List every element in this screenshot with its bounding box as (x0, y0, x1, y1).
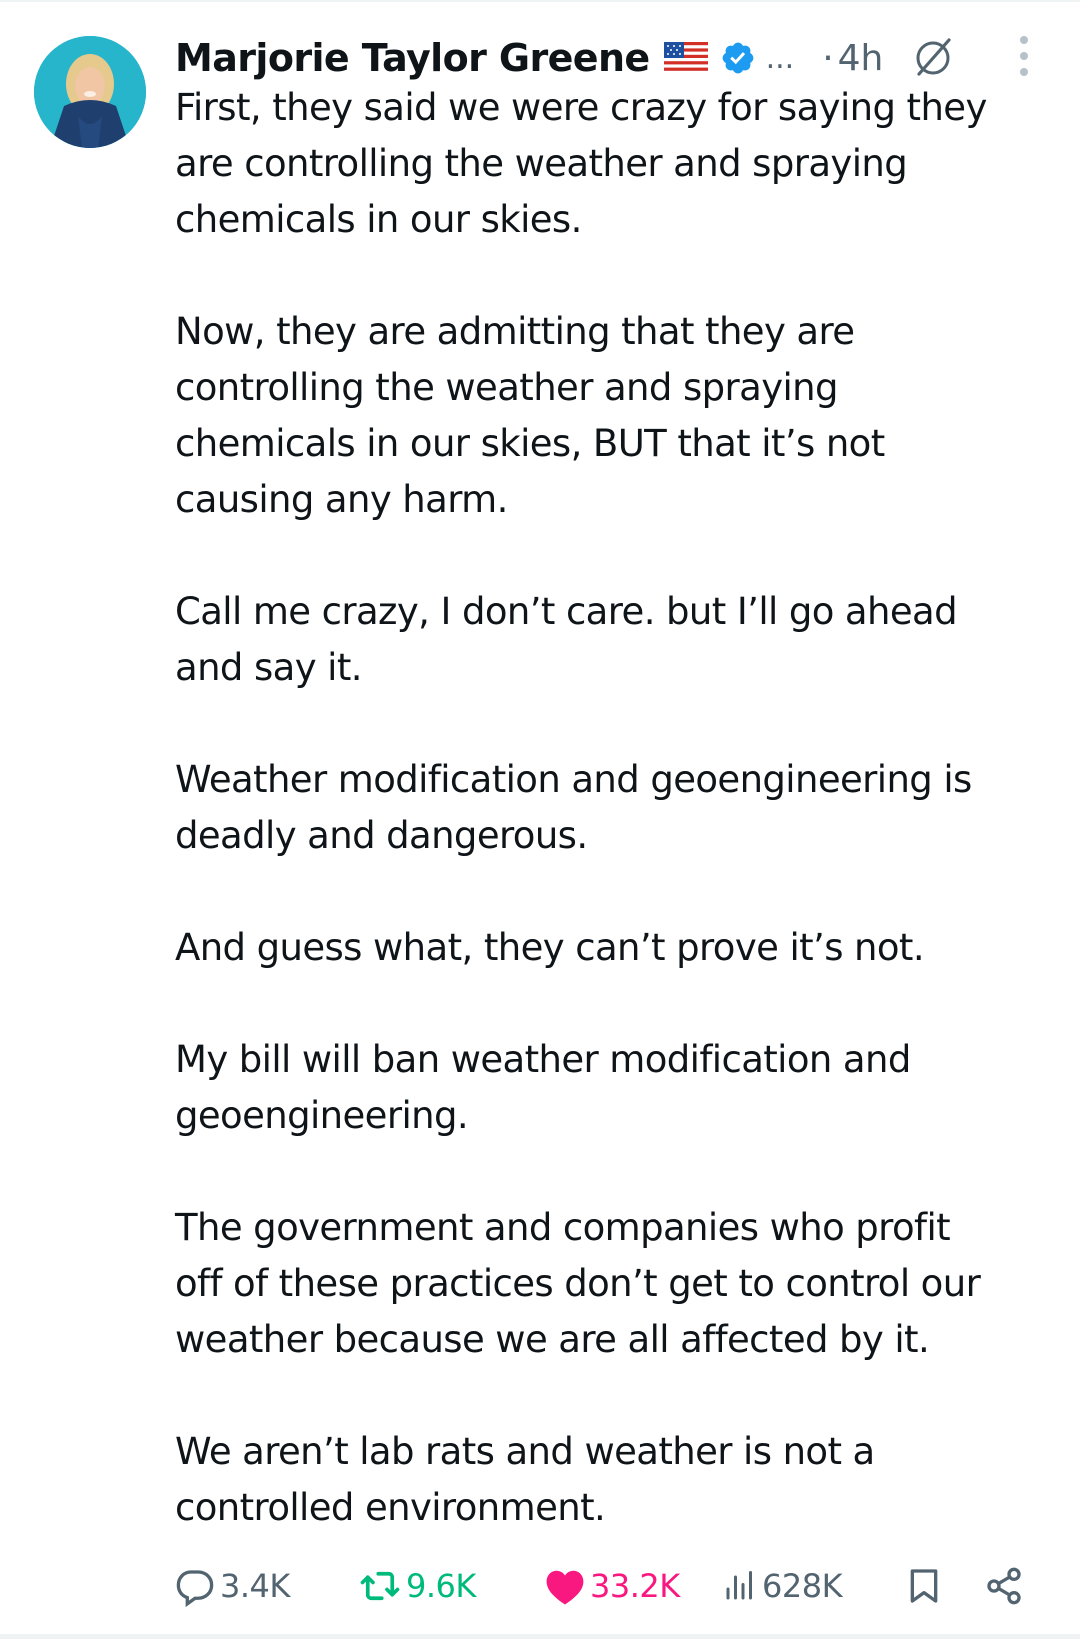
reply-icon (176, 1570, 214, 1607)
reply-count: 3.4K (220, 1567, 290, 1605)
post-text-line: and say it. (175, 646, 363, 689)
more-options-icon[interactable] (1012, 36, 1036, 76)
us-flag-icon (663, 42, 708, 74)
post-text-line: off of these practices don’t get to cont… (175, 1262, 981, 1305)
author-display-name[interactable]: Marjorie Taylor Greene (175, 36, 650, 80)
share-button[interactable] (984, 1556, 1024, 1616)
post-text-line: The government and companies who profit (175, 1206, 951, 1249)
post-text-line: And guess what, they can’t prove it’s no… (175, 926, 925, 969)
bookmark-button[interactable] (904, 1556, 944, 1616)
post-paragraph: My bill will ban weather modification an… (175, 1032, 1055, 1144)
post-paragraph: And guess what, they can’t prove it’s no… (175, 920, 1055, 976)
post-paragraph: The government and companies who profit o… (175, 1200, 1055, 1368)
post-text-line: My bill will ban weather modification an… (175, 1038, 911, 1081)
repost-icon (360, 1571, 400, 1601)
bottom-divider (0, 1634, 1080, 1639)
like-button[interactable]: 33.2K (544, 1556, 680, 1616)
post-text-line: deadly and dangerous. (175, 814, 588, 857)
reply-button[interactable]: 3.4K (174, 1556, 290, 1616)
post-paragraph: We aren’t lab rats and weather is not a c… (175, 1424, 1055, 1536)
views-button[interactable]: 628K (722, 1556, 843, 1616)
post-text-line: chemicals in our skies. (175, 198, 582, 241)
post-text-line: First, they said we were crazy for sayin… (175, 86, 987, 129)
post-text-line: causing any harm. (175, 478, 508, 521)
post-text-line: geoengineering. (175, 1094, 469, 1137)
heart-icon (546, 1570, 584, 1605)
avatar[interactable] (34, 36, 146, 148)
post-text-line: controlled environment. (175, 1486, 606, 1529)
post-text-line: are controlling the weather and spraying (175, 142, 908, 185)
top-divider (0, 0, 1080, 2)
avatar-image (34, 36, 146, 148)
post-paragraph: Call me crazy, I don’t care. but I’ll go… (175, 584, 1055, 696)
post-text-line: weather because we are all affected by i… (175, 1318, 930, 1361)
verified-badge-icon[interactable] (720, 40, 756, 76)
post-paragraph: First, they said we were crazy for sayin… (175, 80, 1055, 248)
post-paragraph: Weather modification and geoengineering … (175, 752, 1055, 864)
post-text-line: We aren’t lab rats and weather is not a (175, 1430, 875, 1473)
repost-button[interactable]: 9.6K (358, 1556, 476, 1616)
header-separator: · (822, 37, 834, 79)
share-icon (987, 1567, 1021, 1605)
views-chart-icon (726, 1571, 752, 1600)
author-handle-truncated[interactable]: ... (766, 41, 795, 76)
post-text-line: Weather modification and geoengineering … (175, 758, 972, 801)
post-timestamp[interactable]: 4h (838, 38, 884, 79)
grok-icon[interactable] (911, 36, 955, 80)
like-count: 33.2K (590, 1567, 680, 1605)
views-count: 628K (762, 1567, 843, 1605)
action-bar: 3.4K 9.6K 33.2K 628K (0, 1556, 1080, 1616)
post-header: Marjorie Taylor Greene ... · 4h (175, 28, 1055, 88)
bookmark-icon (910, 1569, 938, 1603)
post-text-line: Now, they are admitting that they are (175, 310, 855, 353)
post-text: First, they said we were crazy for sayin… (175, 80, 1055, 1536)
post-text-line: controlling the weather and spraying (175, 366, 839, 409)
post-text-line: chemicals in our skies, BUT that it’s no… (175, 422, 885, 465)
post-paragraph: Now, they are admitting that they are con… (175, 304, 1055, 528)
repost-count: 9.6K (406, 1567, 476, 1605)
post-text-line: Call me crazy, I don’t care. but I’ll go… (175, 590, 958, 633)
